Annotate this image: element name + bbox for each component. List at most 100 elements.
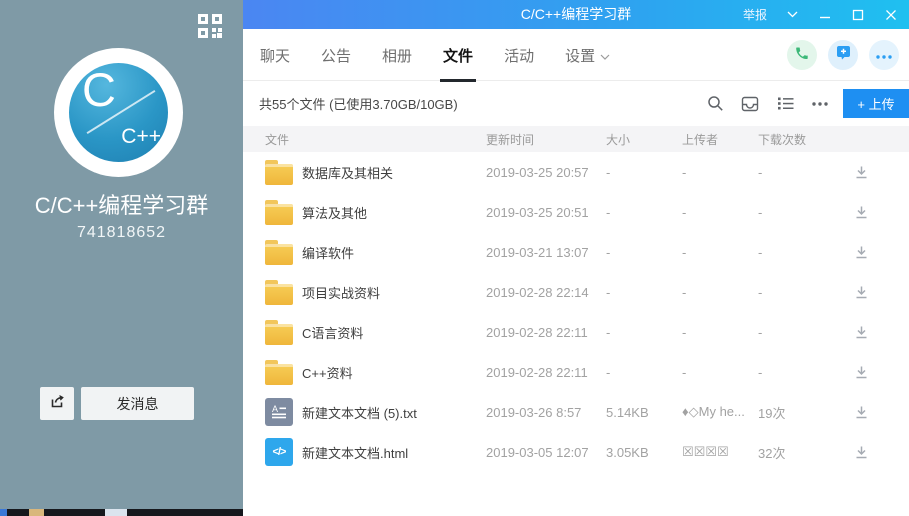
search-icon[interactable] xyxy=(706,95,724,113)
taskbar-sliver xyxy=(0,509,248,516)
download-icon[interactable] xyxy=(852,283,870,301)
file-name[interactable]: 项目实战资料 xyxy=(302,283,380,302)
group-profile-sidebar: C C++ C/C++编程学习群 741818652 发消息 xyxy=(0,0,243,509)
folder-icon xyxy=(265,159,293,185)
folder-icon xyxy=(265,279,293,305)
file-downloads: - xyxy=(758,244,763,260)
more-options-icon[interactable] xyxy=(811,95,829,113)
file-size: 5.14KB xyxy=(606,404,649,420)
download-inbox-icon[interactable] xyxy=(741,95,759,113)
taskbar-fragment xyxy=(105,509,127,516)
window-titlebar: C/C++编程学习群 举报 xyxy=(243,0,909,29)
table-row[interactable]: </> 新建文本文档.html 2019-03-05 12:07 3.05KB … xyxy=(243,432,909,472)
file-name[interactable]: 数据库及其相关 xyxy=(302,163,393,182)
html-file-icon: </> xyxy=(265,438,293,466)
file-updated: 2019-03-26 8:57 xyxy=(486,404,582,420)
file-name[interactable]: 新建文本文档.html xyxy=(302,443,408,462)
tab-files[interactable]: 文件 xyxy=(440,29,477,82)
chat-plus-icon xyxy=(835,45,852,66)
file-updated: 2019-03-25 20:51 xyxy=(486,204,589,220)
column-header-downloads: 下载次数 xyxy=(758,132,807,147)
table-row[interactable]: 算法及其他 2019-03-25 20:51 - - - xyxy=(243,192,909,232)
close-button[interactable] xyxy=(883,7,899,23)
file-uploader: - xyxy=(682,284,687,300)
files-table-header: 文件 更新时间 大小 上传者 下载次数 xyxy=(243,126,909,152)
download-icon[interactable] xyxy=(852,323,870,341)
column-header-size: 大小 xyxy=(606,132,631,147)
folder-icon xyxy=(265,359,293,385)
file-name[interactable]: 算法及其他 xyxy=(302,203,367,222)
column-header-time: 更新时间 xyxy=(486,132,535,147)
file-downloads: - xyxy=(758,284,763,300)
folder-icon xyxy=(265,319,293,345)
logo-c-text: C xyxy=(82,63,116,116)
download-icon[interactable] xyxy=(852,403,870,421)
file-updated: 2019-03-05 12:07 xyxy=(486,444,589,460)
file-name[interactable]: 编译软件 xyxy=(302,243,354,262)
send-message-button[interactable]: 发消息 xyxy=(81,387,194,420)
file-name[interactable]: 新建文本文档 (5).txt xyxy=(302,403,417,422)
text-file-icon: A xyxy=(265,398,293,426)
file-updated: 2019-02-28 22:11 xyxy=(486,364,588,380)
tab-label: 聊天 xyxy=(260,47,291,65)
qr-code-icon[interactable] xyxy=(196,12,224,40)
minimize-button[interactable] xyxy=(817,7,833,23)
table-row[interactable]: 数据库及其相关 2019-03-25 20:57 - - - xyxy=(243,152,909,192)
voice-call-button[interactable] xyxy=(787,40,817,70)
table-row[interactable]: 编译软件 2019-03-21 13:07 - - - xyxy=(243,232,909,272)
file-size: - xyxy=(606,364,611,380)
file-downloads: - xyxy=(758,364,763,380)
folder-icon xyxy=(265,199,293,225)
tab-label: 公告 xyxy=(321,47,352,65)
file-size: - xyxy=(606,164,611,180)
report-button[interactable]: 举报 xyxy=(743,6,767,23)
download-icon[interactable] xyxy=(852,363,870,381)
tab-label: 文件 xyxy=(443,47,474,65)
tab-announcement[interactable]: 公告 xyxy=(319,29,353,81)
table-row[interactable]: C++资料 2019-02-28 22:11 - - - xyxy=(243,352,909,392)
file-name[interactable]: C语言资料 xyxy=(302,323,363,342)
file-updated: 2019-02-28 22:14 xyxy=(486,284,589,300)
file-uploader: - xyxy=(682,364,687,380)
tab-label: 设置 xyxy=(565,47,596,65)
files-summary: 共55个文件 (已使用3.70GB/10GB) xyxy=(259,97,458,112)
upload-button[interactable]: + 上传 xyxy=(843,89,909,118)
table-row[interactable]: C语言资料 2019-02-28 22:11 - - - xyxy=(243,312,909,352)
tab-label: 相册 xyxy=(382,47,413,65)
file-uploader: - xyxy=(682,244,687,260)
tab-settings[interactable]: 设置 xyxy=(563,29,612,81)
maximize-button[interactable] xyxy=(850,7,866,23)
tab-chat[interactable]: 聊天 xyxy=(258,29,292,81)
ellipsis-icon xyxy=(876,46,892,64)
download-icon[interactable] xyxy=(852,203,870,221)
file-size: - xyxy=(606,324,611,340)
file-size: 3.05KB xyxy=(606,444,649,460)
table-row[interactable]: A 新建文本文档 (5).txt 2019-03-26 8:57 5.14KB … xyxy=(243,392,909,432)
table-row[interactable]: 项目实战资料 2019-02-28 22:14 - - - xyxy=(243,272,909,312)
column-header-uploader: 上传者 xyxy=(682,132,719,147)
file-updated: 2019-02-28 22:11 xyxy=(486,324,588,340)
phone-icon xyxy=(794,45,810,66)
file-name[interactable]: C++资料 xyxy=(302,363,353,382)
more-actions-button[interactable] xyxy=(869,40,899,70)
folder-icon xyxy=(265,239,293,265)
group-name: C/C++编程学习群 xyxy=(34,193,209,218)
send-message-label: 发消息 xyxy=(116,395,159,412)
download-icon[interactable] xyxy=(852,163,870,181)
share-icon xyxy=(49,393,66,415)
tab-album[interactable]: 相册 xyxy=(380,29,414,81)
list-view-icon[interactable] xyxy=(776,95,794,113)
file-size: - xyxy=(606,284,611,300)
create-discussion-button[interactable] xyxy=(828,40,858,70)
tab-activity[interactable]: 活动 xyxy=(502,29,536,81)
download-icon[interactable] xyxy=(852,443,870,461)
download-icon[interactable] xyxy=(852,243,870,261)
qq-group-window: C C++ C/C++编程学习群 741818652 发消息 C/C++编程学习… xyxy=(0,0,909,516)
files-toolbar: 共55个文件 (已使用3.70GB/10GB) + 上传 xyxy=(243,81,909,126)
chevron-down-icon xyxy=(600,47,610,64)
file-downloads: - xyxy=(758,204,763,220)
share-button[interactable] xyxy=(40,387,74,420)
file-uploader: ☒☒☒☒ xyxy=(682,444,729,459)
chevron-down-icon[interactable] xyxy=(784,7,800,23)
file-downloads: 32次 xyxy=(758,445,786,461)
